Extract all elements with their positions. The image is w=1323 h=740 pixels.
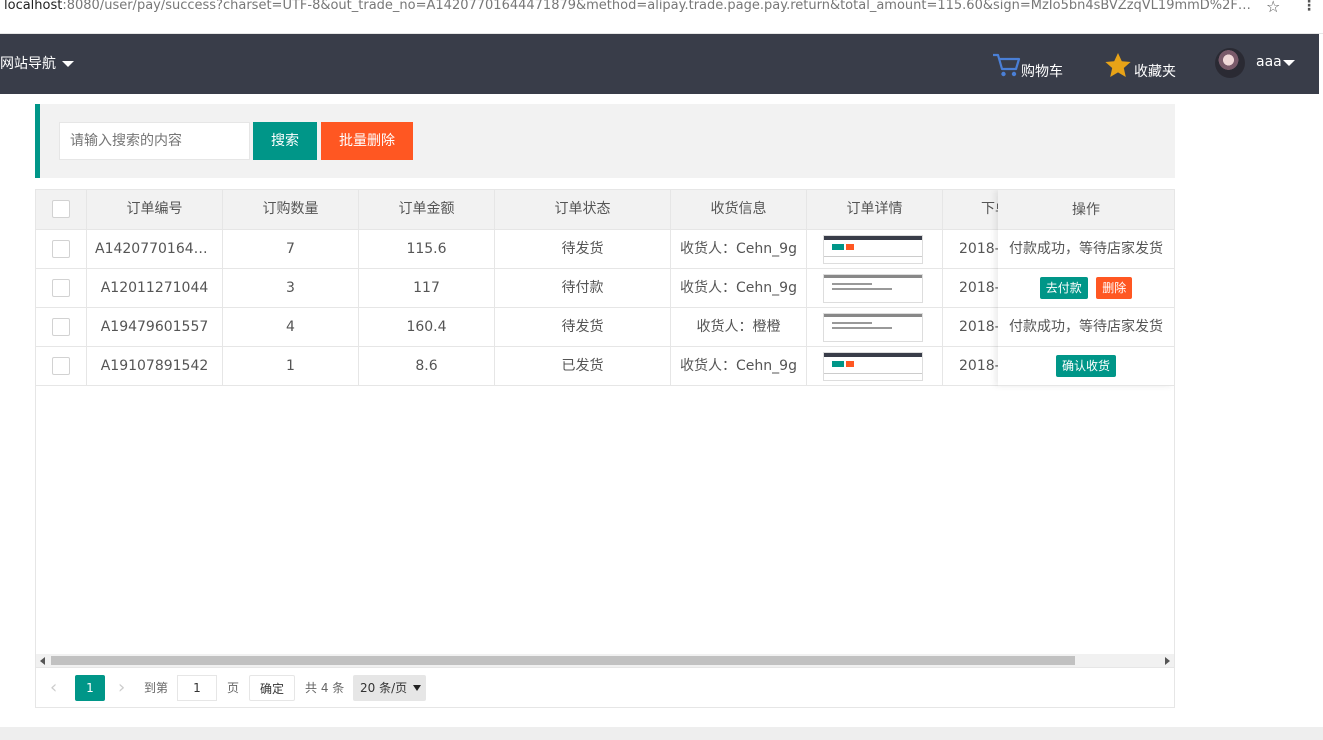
scroll-right-icon[interactable] bbox=[1165, 657, 1170, 665]
order-detail-thumbnail[interactable] bbox=[823, 352, 923, 381]
url-path: :8080/user/pay/success?charset=UTF-8&out… bbox=[62, 0, 1256, 13]
page-footer bbox=[0, 727, 1323, 740]
row-checkbox[interactable] bbox=[52, 279, 70, 297]
page-size-select[interactable]: 20 条/页 bbox=[353, 675, 426, 701]
browser-menu-icon[interactable]: ⋮ bbox=[1302, 0, 1316, 14]
orders-table: 订单编号 订购数量 订单金额 订单状态 收货信息 订单详情 下单时间 A1420… bbox=[35, 189, 1175, 708]
status: 待发货 bbox=[495, 308, 671, 347]
row-checkbox-cell bbox=[36, 347, 87, 386]
row-checkbox-cell bbox=[36, 230, 87, 269]
avatar bbox=[1215, 48, 1245, 78]
quantity: 4 bbox=[223, 308, 359, 347]
site-nav-label: 网站导航 bbox=[0, 56, 56, 72]
top-nav: 网站导航 购物车 收藏夹 aaa bbox=[0, 34, 1319, 94]
search-panel: 搜索 批量删除 bbox=[35, 104, 1175, 178]
scrollbar-thumb[interactable] bbox=[51, 656, 1075, 665]
status: 待发货 bbox=[495, 230, 671, 269]
detail-cell bbox=[807, 308, 943, 347]
header-detail[interactable]: 订单详情 bbox=[807, 190, 943, 229]
detail-cell bbox=[807, 347, 943, 386]
row-checkbox[interactable] bbox=[52, 318, 70, 336]
header-actions: 操作 bbox=[998, 190, 1174, 230]
prev-page-icon[interactable]: ‹ bbox=[50, 675, 64, 701]
next-page-icon[interactable]: › bbox=[118, 675, 132, 701]
select-all-checkbox[interactable] bbox=[52, 200, 70, 218]
horizontal-scrollbar[interactable] bbox=[36, 654, 1174, 667]
username: aaa bbox=[1256, 54, 1282, 70]
pay-button[interactable]: 去付款 bbox=[1039, 277, 1088, 299]
quantity: 7 bbox=[223, 230, 359, 269]
confirm-receipt-button[interactable]: 确认收货 bbox=[1055, 355, 1116, 377]
amount: 115.6 bbox=[359, 230, 495, 269]
current-page[interactable]: 1 bbox=[75, 675, 105, 701]
header-checkbox-cell bbox=[36, 190, 87, 229]
receiver: 收货人：Cehn_9g bbox=[671, 230, 807, 269]
header-quantity[interactable]: 订购数量 bbox=[223, 190, 359, 229]
order-no: A19479601557 bbox=[87, 308, 223, 347]
search-button[interactable]: 搜索 bbox=[253, 122, 317, 160]
order-detail-thumbnail[interactable] bbox=[823, 274, 923, 303]
caret-down-icon bbox=[62, 61, 74, 67]
order-detail-thumbnail[interactable] bbox=[823, 235, 923, 264]
action-cell: 去付款 删除 bbox=[998, 269, 1174, 308]
action-status-text: 付款成功，等待店家发货 bbox=[998, 308, 1174, 347]
row-checkbox[interactable] bbox=[52, 240, 70, 258]
pagination: ‹ 1 › 到第 页 确定 共 4 条 20 条/页 bbox=[36, 667, 1174, 707]
scroll-left-icon[interactable] bbox=[40, 657, 45, 665]
actions-column: 操作 付款成功，等待店家发货 去付款 删除 付款成功，等待店家发货 确认收货 bbox=[998, 190, 1174, 386]
goto-page-input[interactable] bbox=[177, 675, 217, 701]
order-no: A14207701644471879 bbox=[87, 230, 223, 269]
site-nav-menu[interactable]: 网站导航 bbox=[0, 53, 74, 73]
favorites-label: 收藏夹 bbox=[1134, 64, 1176, 80]
row-checkbox-cell bbox=[36, 269, 87, 308]
cart-icon bbox=[993, 53, 1021, 77]
action-cell: 确认收货 bbox=[998, 347, 1174, 386]
bookmark-star-icon[interactable]: ☆ bbox=[1266, 0, 1280, 16]
status: 待付款 bbox=[495, 269, 671, 308]
amount: 160.4 bbox=[359, 308, 495, 347]
search-input[interactable] bbox=[59, 122, 250, 160]
status: 已发货 bbox=[495, 347, 671, 386]
header-status[interactable]: 订单状态 bbox=[495, 190, 671, 229]
cart-label: 购物车 bbox=[1021, 64, 1063, 80]
quantity: 3 bbox=[223, 269, 359, 308]
batch-delete-button[interactable]: 批量删除 bbox=[321, 122, 413, 160]
caret-down-icon bbox=[1283, 60, 1295, 66]
row-checkbox[interactable] bbox=[52, 357, 70, 375]
detail-cell bbox=[807, 230, 943, 269]
star-icon bbox=[1105, 53, 1131, 77]
order-no: A12011271044 bbox=[87, 269, 223, 308]
amount: 8.6 bbox=[359, 347, 495, 386]
total-count: 共 4 条 bbox=[305, 681, 345, 695]
page-size-value: 20 条/页 bbox=[360, 681, 408, 695]
url-text[interactable]: localhost:8080/user/pay/success?charset=… bbox=[4, 0, 1256, 14]
dropdown-arrow-icon bbox=[413, 685, 421, 691]
receiver: 收货人：橙橙 bbox=[671, 308, 807, 347]
amount: 117 bbox=[359, 269, 495, 308]
page-label: 页 bbox=[227, 681, 240, 695]
order-detail-thumbnail[interactable] bbox=[823, 313, 923, 342]
row-checkbox-cell bbox=[36, 308, 87, 347]
receiver: 收货人：Cehn_9g bbox=[671, 269, 807, 308]
delete-button[interactable]: 删除 bbox=[1096, 277, 1133, 299]
detail-cell bbox=[807, 269, 943, 308]
url-host: localhost bbox=[4, 0, 63, 13]
quantity: 1 bbox=[223, 347, 359, 386]
header-amount[interactable]: 订单金额 bbox=[359, 190, 495, 229]
header-order-no[interactable]: 订单编号 bbox=[87, 190, 223, 229]
order-no: A19107891542 bbox=[87, 347, 223, 386]
browser-address-bar[interactable]: localhost:8080/user/pay/success?charset=… bbox=[0, 0, 1323, 34]
header-receiver[interactable]: 收货信息 bbox=[671, 190, 807, 229]
receiver: 收货人：Cehn_9g bbox=[671, 347, 807, 386]
action-status-text: 付款成功，等待店家发货 bbox=[998, 230, 1174, 269]
goto-label: 到第 bbox=[144, 681, 169, 695]
goto-confirm-button[interactable]: 确定 bbox=[249, 675, 295, 701]
